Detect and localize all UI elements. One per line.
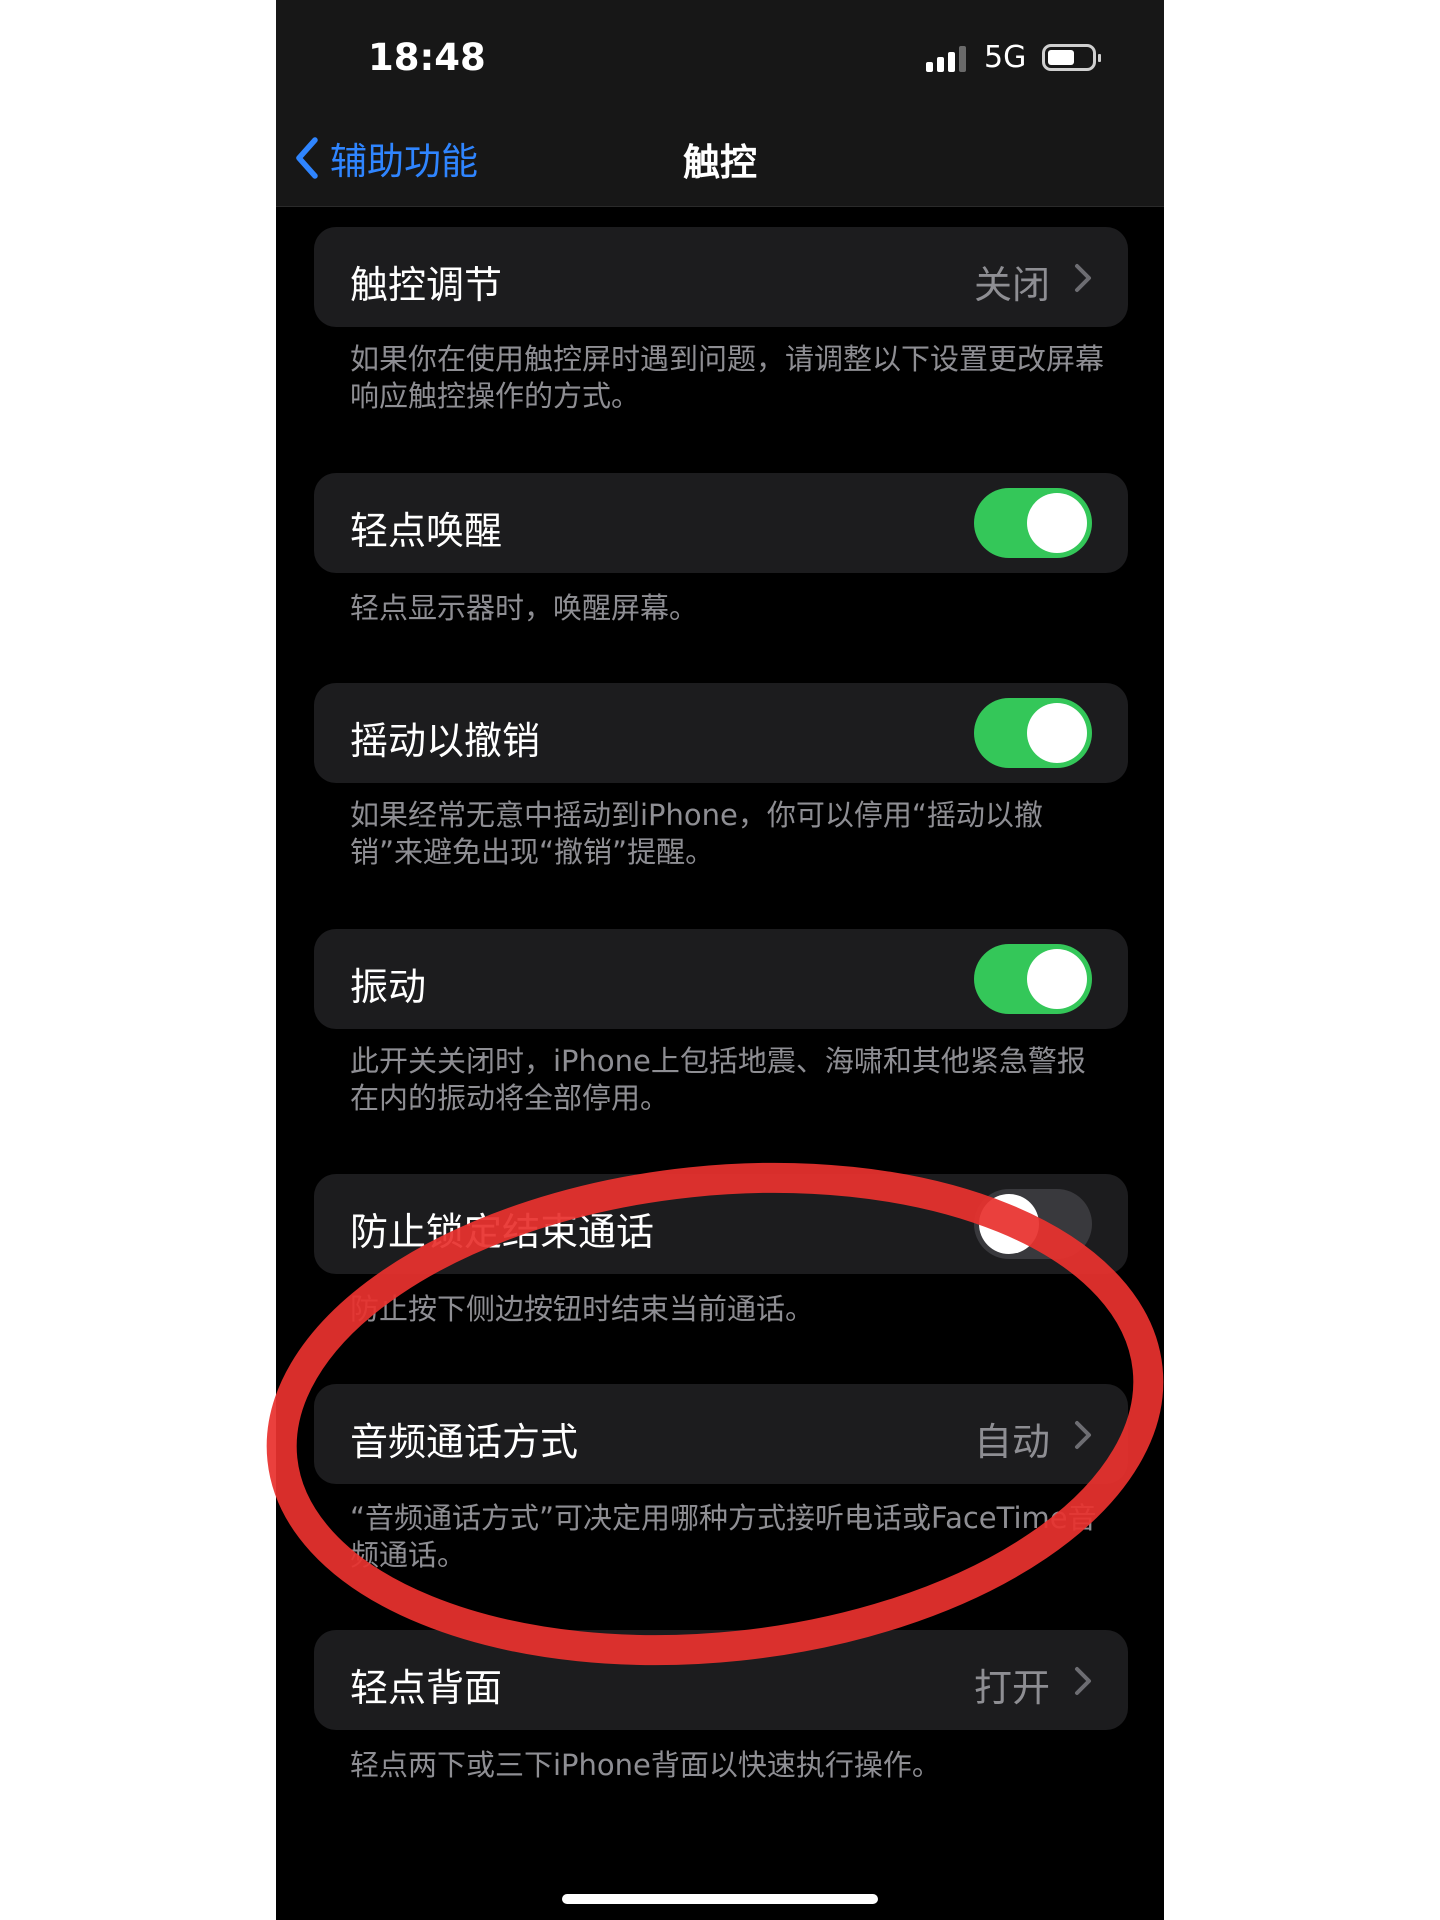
setting-tap-to-wake: 轻点唤醒 xyxy=(314,473,1128,573)
network-type: 5G xyxy=(984,40,1027,75)
setting-value: 打开 xyxy=(973,1666,1050,1710)
setting-description: 轻点显示器时，唤醒屏幕。 xyxy=(350,591,699,625)
shake-to-undo-toggle[interactable] xyxy=(974,698,1092,768)
signal-icon xyxy=(926,44,972,72)
setting-label: 摇动以撤销 xyxy=(350,719,541,763)
setting-prevent-lock-to-end-call: 防止锁定结束通话 xyxy=(314,1174,1128,1274)
setting-value: 关闭 xyxy=(973,263,1050,307)
setting-label: 触控调节 xyxy=(350,263,503,307)
page-title: 触控 xyxy=(683,141,757,184)
page: 18:48 5G 辅助功能 触控 触控调节 关闭 如果你在使用触控屏时遇到问题，… xyxy=(0,0,1440,1920)
chevron-right-icon xyxy=(1075,264,1091,292)
setting-description: 如果经常无意中摇动到iPhone，你可以停用“摇动以撤销”来避免出现“撤销”提醒… xyxy=(350,798,1043,869)
setting-call-audio-routing[interactable]: 音频通话方式 自动 xyxy=(314,1384,1128,1484)
setting-label: 轻点唤醒 xyxy=(350,509,503,553)
setting-description: 如果你在使用触控屏时遇到问题，请调整以下设置更改屏幕响应触控操作的方式。 xyxy=(350,342,1105,413)
phone-screen: 18:48 5G 辅助功能 触控 触控调节 关闭 如果你在使用触控屏时遇到问题，… xyxy=(276,0,1164,1920)
setting-label: 轻点背面 xyxy=(350,1666,503,1710)
status-time: 18:48 xyxy=(368,36,486,79)
setting-label: 防止锁定结束通话 xyxy=(350,1210,655,1254)
setting-description: 此开关关闭时，iPhone上包括地震、海啸和其他紧急警报在内的振动将全部停用。 xyxy=(350,1044,1086,1115)
battery-icon xyxy=(1042,44,1101,71)
setting-description: 轻点两下或三下iPhone背面以快速执行操作。 xyxy=(350,1748,941,1782)
setting-description: 防止按下侧边按钮时结束当前通话。 xyxy=(350,1292,815,1326)
setting-vibration: 振动 xyxy=(314,929,1128,1029)
setting-shake-to-undo: 摇动以撤销 xyxy=(314,683,1128,783)
setting-touch-accommodations[interactable]: 触控调节 关闭 xyxy=(314,227,1128,327)
setting-label: 振动 xyxy=(350,965,427,1009)
chevron-right-icon xyxy=(1075,1421,1091,1449)
prevent-lock-to-end-call-toggle[interactable] xyxy=(974,1189,1092,1259)
home-indicator[interactable] xyxy=(562,1894,878,1904)
tap-to-wake-toggle[interactable] xyxy=(974,488,1092,558)
setting-label: 音频通话方式 xyxy=(350,1420,579,1464)
navigation-header: 18:48 5G 辅助功能 触控 xyxy=(276,0,1164,207)
setting-back-tap[interactable]: 轻点背面 打开 xyxy=(314,1630,1128,1730)
chevron-right-icon xyxy=(1075,1667,1091,1695)
setting-description: “音频通话方式”可决定用哪种方式接听电话或FaceTime音频通话。 xyxy=(350,1501,1097,1572)
setting-value: 自动 xyxy=(973,1420,1050,1464)
vibration-toggle[interactable] xyxy=(974,944,1092,1014)
